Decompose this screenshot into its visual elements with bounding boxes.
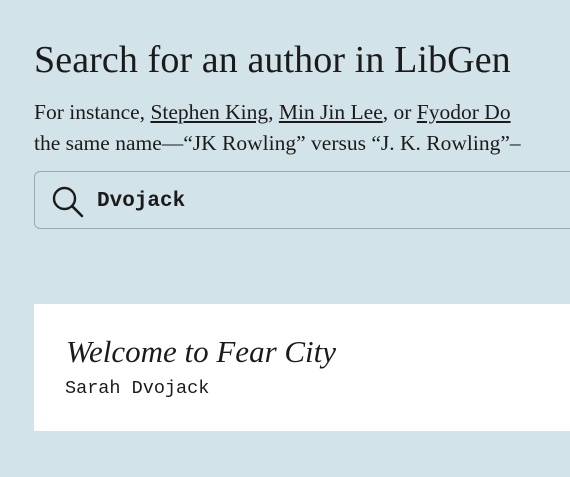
- intro-separator: , or: [382, 100, 417, 124]
- result-title[interactable]: Welcome to Fear City: [66, 334, 336, 370]
- example-link-min-jin-lee[interactable]: Min Jin Lee: [279, 100, 383, 124]
- search-input[interactable]: [97, 182, 570, 220]
- intro-separator: ,: [268, 100, 279, 124]
- search-box[interactable]: [34, 171, 570, 229]
- example-link-fyodor[interactable]: Fyodor Do: [417, 100, 511, 124]
- page-title: Search for an author in LibGen: [34, 39, 511, 81]
- example-link-stephen-king[interactable]: Stephen King: [150, 100, 268, 124]
- intro-text: For instance, Stephen King, Min Jin Lee,…: [34, 97, 521, 159]
- intro-line-2: the same name—“JK Rowling” versus “J. K.…: [34, 131, 521, 155]
- search-icon: [52, 186, 84, 218]
- intro-prefix: For instance,: [34, 100, 151, 124]
- result-card[interactable]: Welcome to Fear City Sarah Dvojack: [34, 304, 570, 431]
- result-author: Sarah Dvojack: [65, 378, 210, 399]
